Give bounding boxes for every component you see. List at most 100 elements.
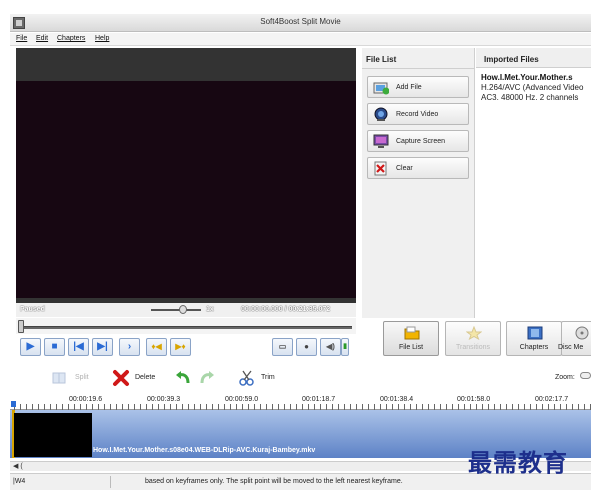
tick-label: 00:01:58.0: [457, 396, 491, 403]
file-list-divider: [362, 68, 475, 69]
star-icon: [465, 325, 483, 341]
scissors-icon: [238, 369, 256, 389]
tick-label: 00:00:59.0: [225, 396, 259, 403]
video-frame-top: [16, 48, 356, 81]
delete-button[interactable]: Delete: [112, 368, 160, 388]
status-separator: [110, 476, 111, 488]
volume-knob[interactable]: [179, 305, 187, 314]
playback-info-bar: Paused 1x 00:00:00.000 / 00:21:35.072: [16, 303, 356, 317]
tick-label: 00:00:19.6: [69, 396, 103, 403]
marker-right-icon: ▶♦: [175, 342, 186, 351]
previous-frame-button[interactable]: |◀: [68, 338, 89, 356]
clip-thumbnail: [14, 413, 92, 457]
status-message: based on keyframes only. The split point…: [145, 478, 403, 485]
tab-chapters[interactable]: Chapters: [506, 321, 562, 356]
tab-disc-menu[interactable]: Disc Me: [558, 321, 591, 356]
volume-level-button[interactable]: ▮: [341, 338, 349, 356]
mark-in-button[interactable]: ♦◀: [146, 338, 167, 356]
title-bar: Soft4Boost Split Movie: [10, 14, 591, 32]
capture-screen-button[interactable]: Capture Screen: [367, 130, 469, 152]
imported-file-codec: H.264/AVC (Advanced Video: [481, 83, 584, 92]
camera-button[interactable]: ●: [296, 338, 317, 356]
transport-controls: ▶ ■ |◀ ▶| › ♦◀ ▶♦ ▭ ● ◀) ▮: [16, 338, 356, 360]
tab-file-list[interactable]: File List: [383, 321, 439, 356]
volume-button[interactable]: ◀): [320, 338, 341, 356]
tab-file-list-label: File List: [398, 344, 424, 351]
tab-transitions[interactable]: Transitions: [445, 321, 501, 356]
add-file-icon: [373, 80, 390, 95]
screen-icon: ▭: [278, 342, 287, 351]
tick-label: 00:01:38.4: [380, 396, 414, 403]
split-label: Split: [75, 374, 89, 381]
playhead-marker[interactable]: [11, 401, 16, 407]
seek-thumb[interactable]: [18, 320, 24, 333]
imported-file-name[interactable]: How.I.Met.Your.Mother.s: [481, 73, 573, 82]
scroll-left-icon[interactable]: ◀ (: [13, 462, 23, 470]
tab-transitions-label: Transitions: [456, 344, 490, 351]
film-icon: [527, 326, 543, 340]
add-file-label: Add File: [396, 84, 422, 91]
file-list-header: File List: [366, 55, 397, 64]
redo-icon: [198, 369, 216, 389]
imported-files-header: Imported Files: [484, 55, 539, 64]
stop-icon: ■: [51, 341, 58, 352]
delete-label: Delete: [135, 374, 156, 381]
imported-file-audio: AC3. 48000 Hz. 2 channels: [481, 93, 579, 102]
marker-left-icon: ♦◀: [151, 342, 162, 351]
clear-icon: [373, 161, 389, 176]
stop-button[interactable]: ■: [44, 338, 65, 356]
trim-label: Trim: [261, 374, 275, 381]
disc-icon: [574, 326, 590, 340]
tab-disc-menu-label: Disc Me: [558, 344, 584, 351]
delete-icon: [112, 369, 130, 389]
next-frame-button[interactable]: ▶|: [92, 338, 113, 356]
tick-label: 00:02:17.7: [535, 396, 569, 403]
skip-forward-icon: ▶|: [97, 341, 108, 352]
add-file-button[interactable]: Add File: [367, 76, 469, 98]
watermark: 最需教育: [468, 448, 568, 477]
video-preview: [16, 81, 356, 298]
menu-file[interactable]: File: [16, 35, 27, 42]
time-readout: 00:00:00.000 / 00:21:35.072: [241, 306, 331, 313]
seek-track[interactable]: [20, 326, 352, 329]
menu-chapters[interactable]: Chapters: [57, 35, 85, 42]
split-button[interactable]: Split: [52, 368, 94, 388]
record-video-label: Record Video: [396, 111, 439, 118]
play-button[interactable]: ▶: [20, 338, 41, 356]
record-video-button[interactable]: Record Video: [367, 103, 469, 125]
camera-icon: ●: [304, 342, 309, 351]
folder-icon: [404, 326, 420, 340]
split-icon: [52, 371, 66, 387]
menu-edit[interactable]: Edit: [36, 35, 48, 42]
clip-name: How.I.Met.Your.Mother.s08e04.WEB-DLRip-A…: [93, 447, 316, 454]
redo-button[interactable]: [198, 368, 216, 388]
edit-toolbar: [10, 364, 591, 392]
undo-icon: [174, 369, 192, 389]
snapshot-button[interactable]: ▭: [272, 338, 293, 356]
menu-help[interactable]: Help: [95, 35, 109, 42]
trim-button[interactable]: Trim: [238, 368, 278, 388]
clear-button[interactable]: Clear: [367, 157, 469, 179]
undo-button[interactable]: [174, 368, 192, 388]
seek-bar[interactable]: [16, 318, 356, 334]
level-icon: ▮: [343, 343, 347, 350]
skip-back-icon: |◀: [73, 341, 84, 352]
playback-speed: 1x: [206, 306, 214, 313]
play-icon: ▶: [26, 341, 35, 352]
tick-label: 00:00:39.3: [147, 396, 181, 403]
chevron-right-icon: ›: [127, 341, 132, 352]
record-video-icon: [373, 107, 389, 122]
zoom-slider[interactable]: [580, 372, 591, 379]
zoom-label: Zoom:: [555, 374, 575, 381]
status-cell: |W4: [13, 478, 26, 485]
forward-button[interactable]: ›: [119, 338, 140, 356]
mark-out-button[interactable]: ▶♦: [170, 338, 191, 356]
clear-label: Clear: [396, 165, 413, 172]
speaker-icon: ◀): [326, 342, 335, 351]
capture-screen-label: Capture Screen: [396, 138, 446, 145]
playback-status: Paused: [20, 306, 45, 313]
window-title: Soft4Boost Split Movie: [260, 17, 341, 26]
volume-slider[interactable]: [151, 309, 201, 311]
tab-chapters-label: Chapters: [519, 344, 549, 351]
monitor-icon: [373, 134, 389, 149]
